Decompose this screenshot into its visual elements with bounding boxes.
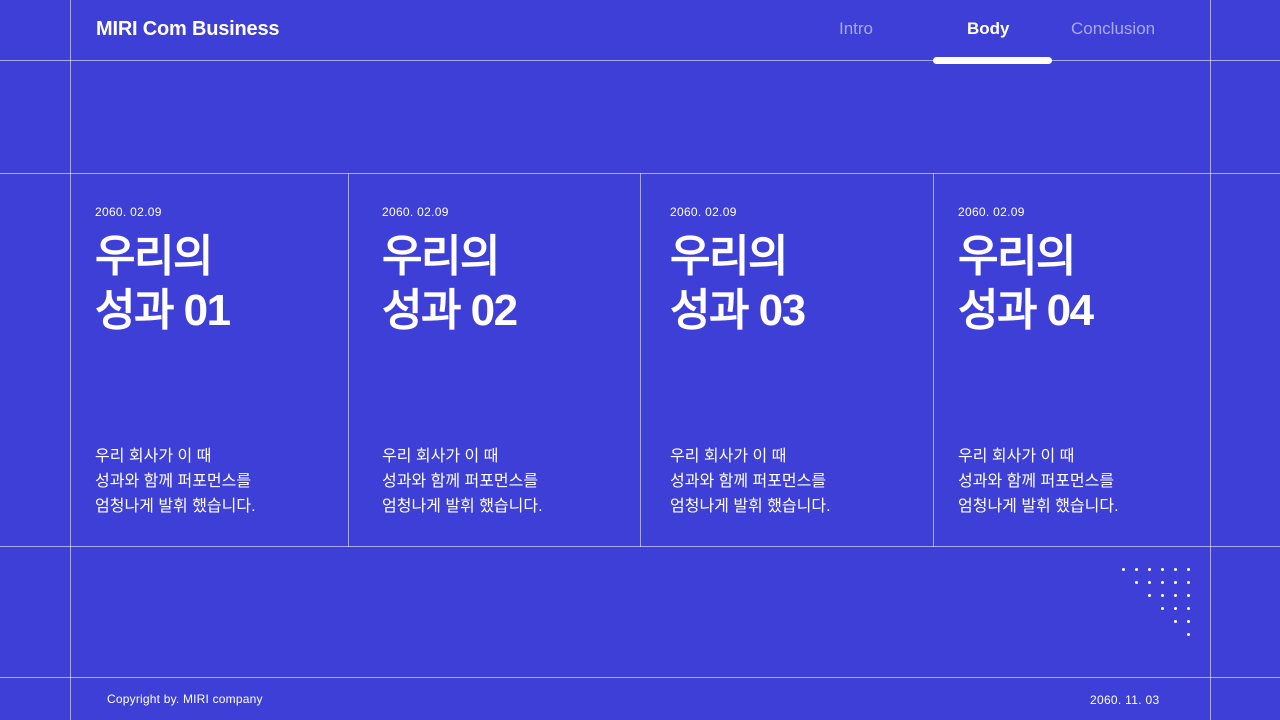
card-description-line: 성과와 함께 퍼포먼스를 bbox=[670, 473, 827, 490]
decorative-dot bbox=[1148, 594, 1151, 597]
decorative-dot bbox=[1174, 607, 1177, 610]
footer-copyright: Copyright by. MIRI company bbox=[107, 692, 263, 706]
card-date: 2060. 02.09 bbox=[382, 205, 449, 219]
decorative-dot bbox=[1135, 581, 1138, 584]
decorative-dot bbox=[1135, 568, 1138, 571]
card-title-line: 우리의 bbox=[958, 232, 1076, 281]
card-title: 우리의 성과 03 bbox=[670, 230, 806, 338]
card-title: 우리의 성과 02 bbox=[382, 230, 518, 338]
achievement-card-3: 2060. 02.09 우리의 성과 03 우리 회사가 이 때 성과와 함께 … bbox=[670, 174, 920, 546]
card-description-line: 엄청나게 발휘 했습니다. bbox=[382, 498, 543, 515]
decorative-dot bbox=[1148, 568, 1151, 571]
nav-tab-conclusion[interactable]: Conclusion bbox=[1071, 19, 1155, 39]
left-grid-line bbox=[70, 0, 71, 720]
card-title-line: 성과 04 bbox=[958, 286, 1094, 335]
card-description-line: 우리 회사가 이 때 bbox=[958, 448, 1075, 465]
card-title-line: 우리의 bbox=[382, 232, 500, 281]
card-description-line: 우리 회사가 이 때 bbox=[670, 448, 787, 465]
card-description-line: 성과와 함께 퍼포먼스를 bbox=[958, 473, 1115, 490]
card-description: 우리 회사가 이 때 성과와 함께 퍼포먼스를 엄청나게 발휘 했습니다. bbox=[670, 444, 831, 519]
decorative-dot bbox=[1161, 594, 1164, 597]
card-date: 2060. 02.09 bbox=[670, 205, 737, 219]
achievement-card-4: 2060. 02.09 우리의 성과 04 우리 회사가 이 때 성과와 함께 … bbox=[958, 174, 1198, 546]
decorative-dot bbox=[1122, 568, 1125, 571]
decorative-dot bbox=[1161, 607, 1164, 610]
card-divider-line bbox=[348, 173, 349, 547]
active-tab-indicator bbox=[933, 57, 1052, 64]
card-description-line: 우리 회사가 이 때 bbox=[382, 448, 499, 465]
decorative-dot bbox=[1174, 594, 1177, 597]
card-description-line: 우리 회사가 이 때 bbox=[95, 448, 212, 465]
card-title: 우리의 성과 04 bbox=[958, 230, 1094, 338]
decorative-dot bbox=[1174, 568, 1177, 571]
card-description: 우리 회사가 이 때 성과와 함께 퍼포먼스를 엄청나게 발휘 했습니다. bbox=[95, 444, 256, 519]
card-description-line: 엄청나게 발휘 했습니다. bbox=[95, 498, 256, 515]
card-date: 2060. 02.09 bbox=[95, 205, 162, 219]
card-title-line: 성과 02 bbox=[382, 286, 518, 335]
achievement-card-1: 2060. 02.09 우리의 성과 01 우리 회사가 이 때 성과와 함께 … bbox=[95, 174, 345, 546]
decorative-dot bbox=[1174, 620, 1177, 623]
card-title-line: 우리의 bbox=[670, 232, 788, 281]
decorative-dot bbox=[1161, 581, 1164, 584]
card-description: 우리 회사가 이 때 성과와 함께 퍼포먼스를 엄청나게 발휘 했습니다. bbox=[382, 444, 543, 519]
card-divider-line bbox=[640, 173, 641, 547]
card-description-line: 성과와 함께 퍼포먼스를 bbox=[95, 473, 252, 490]
achievement-card-2: 2060. 02.09 우리의 성과 02 우리 회사가 이 때 성과와 함께 … bbox=[382, 174, 632, 546]
card-title-line: 성과 01 bbox=[95, 286, 231, 335]
brand-title: MIRI Com Business bbox=[96, 18, 280, 40]
card-date: 2060. 02.09 bbox=[958, 205, 1025, 219]
decorative-dot bbox=[1187, 581, 1190, 584]
nav-tab-intro[interactable]: Intro bbox=[839, 19, 873, 39]
decorative-dot bbox=[1187, 568, 1190, 571]
decorative-dot bbox=[1187, 633, 1190, 636]
decorative-dot bbox=[1187, 607, 1190, 610]
card-description-line: 엄청나게 발휘 했습니다. bbox=[670, 498, 831, 515]
card-description-line: 성과와 함께 퍼포먼스를 bbox=[382, 473, 539, 490]
card-description-line: 엄청나게 발휘 했습니다. bbox=[958, 498, 1119, 515]
header-divider-line bbox=[0, 60, 1280, 61]
decorative-dot bbox=[1187, 594, 1190, 597]
card-title-line: 우리의 bbox=[95, 232, 213, 281]
footer-divider-line bbox=[0, 677, 1280, 678]
decorative-dot bbox=[1174, 581, 1177, 584]
right-grid-line bbox=[1210, 0, 1211, 720]
card-divider-line bbox=[933, 173, 934, 547]
footer-date: 2060. 11. 03 bbox=[1090, 693, 1160, 707]
decorative-dot bbox=[1148, 581, 1151, 584]
card-description: 우리 회사가 이 때 성과와 함께 퍼포먼스를 엄청나게 발휘 했습니다. bbox=[958, 444, 1119, 519]
decorative-dot bbox=[1187, 620, 1190, 623]
decorative-dot bbox=[1161, 568, 1164, 571]
card-title: 우리의 성과 01 bbox=[95, 230, 231, 338]
nav-tab-body[interactable]: Body bbox=[967, 19, 1010, 39]
card-title-line: 성과 03 bbox=[670, 286, 806, 335]
